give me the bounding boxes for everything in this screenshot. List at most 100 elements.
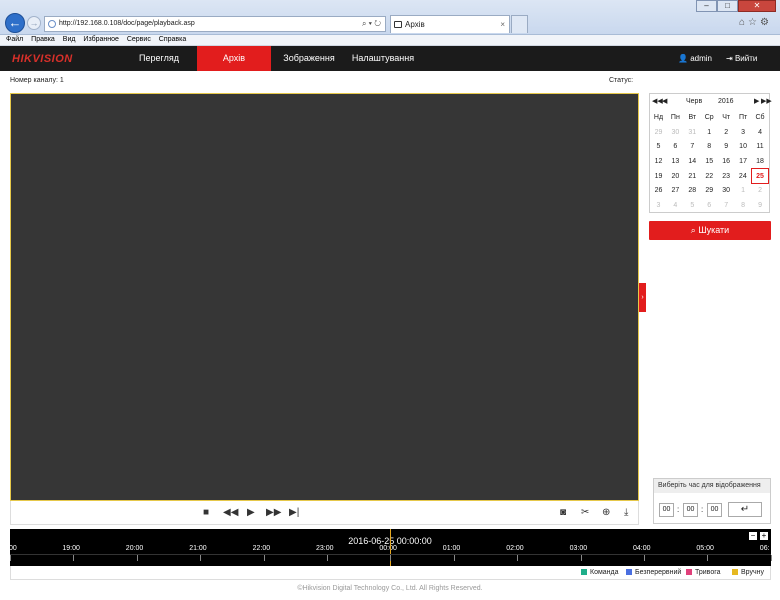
calendar-day[interactable]: 3 bbox=[650, 198, 667, 213]
calendar-day[interactable]: 7 bbox=[718, 198, 735, 213]
time-separator: : bbox=[677, 505, 680, 514]
camera-snapshot-icon[interactable]: ◙ bbox=[560, 507, 566, 519]
calendar-day[interactable]: 9 bbox=[718, 140, 735, 155]
timeline-tick-mark bbox=[707, 555, 709, 561]
stop-icon[interactable]: ■ bbox=[203, 507, 209, 519]
calendar-day[interactable]: 14 bbox=[684, 154, 701, 169]
tab-archive[interactable]: Архів × bbox=[390, 15, 510, 33]
calendar-day[interactable]: 24 bbox=[735, 169, 752, 184]
nav-image[interactable]: Зображення bbox=[280, 46, 338, 71]
calendar-day[interactable]: 29 bbox=[650, 125, 667, 140]
calendar-day[interactable]: 21 bbox=[684, 169, 701, 184]
calendar-day[interactable]: 1 bbox=[701, 125, 718, 140]
calendar-day[interactable]: 15 bbox=[701, 154, 718, 169]
copyright-footer: ©Hikvision Digital Technology Co., Ltd. … bbox=[297, 585, 483, 592]
timeline-zoom-in-icon[interactable]: + bbox=[760, 532, 768, 540]
search-button[interactable]: ⌕ Шукати bbox=[649, 221, 771, 240]
calendar-day[interactable]: 7 bbox=[684, 140, 701, 155]
menu-favorites[interactable]: Избранное bbox=[83, 36, 118, 43]
calendar-month[interactable]: Черв bbox=[686, 94, 702, 110]
calendar-day[interactable]: 18 bbox=[752, 154, 769, 169]
weekday-label: Нд bbox=[653, 114, 664, 121]
calendar-day[interactable]: 8 bbox=[735, 198, 752, 213]
calendar-day[interactable]: 30 bbox=[718, 183, 735, 198]
nav-preview[interactable]: Перегляд bbox=[130, 46, 188, 71]
menu-help[interactable]: Справка bbox=[159, 36, 186, 43]
user-menu[interactable]: 👤 admin bbox=[678, 46, 712, 71]
frame-step-icon[interactable]: ▶| bbox=[289, 507, 299, 519]
timeline-tick-mark bbox=[770, 555, 772, 561]
calendar-day[interactable]: 29 bbox=[701, 183, 718, 198]
calendar-day[interactable]: 4 bbox=[752, 125, 769, 140]
menu-view[interactable]: Вид bbox=[63, 36, 76, 43]
calendar-day[interactable]: 3 bbox=[735, 125, 752, 140]
timeline-record-track[interactable] bbox=[10, 554, 772, 566]
fast-forward-icon[interactable]: ▶▶ bbox=[266, 507, 281, 519]
download-icon[interactable]: ⤓ bbox=[624, 507, 628, 519]
prev-month-icon[interactable]: ◀ bbox=[662, 94, 667, 110]
timeline-tick-label: 06: bbox=[759, 545, 770, 552]
calendar-day[interactable]: 17 bbox=[735, 154, 752, 169]
calendar-day[interactable]: 2 bbox=[752, 183, 769, 198]
calendar-day[interactable]: 1 bbox=[735, 183, 752, 198]
calendar-day[interactable]: 5 bbox=[650, 140, 667, 155]
calendar-day[interactable]: 19 bbox=[650, 169, 667, 184]
second-field[interactable]: 00 bbox=[707, 503, 722, 517]
calendar-day[interactable]: 2 bbox=[718, 125, 735, 140]
timeline[interactable]: 2016-06-25 00:00:00 :00 19:00 20:00 21:00 22… bbox=[7, 529, 772, 566]
new-tab-button[interactable] bbox=[511, 15, 528, 33]
calendar-day[interactable]: 6 bbox=[667, 140, 684, 155]
search-refresh-icon[interactable]: ⌕ ▾ ↻ bbox=[362, 17, 381, 31]
calendar-day[interactable]: 4 bbox=[667, 198, 684, 213]
logout-button[interactable]: ⇥ Вийти bbox=[726, 46, 757, 71]
minute-field[interactable]: 00 bbox=[683, 503, 698, 517]
browser-tools-icons[interactable]: ⌂☆⚙ bbox=[739, 17, 772, 28]
calendar-day[interactable]: 26 bbox=[650, 183, 667, 198]
calendar-day[interactable]: 16 bbox=[718, 154, 735, 169]
calendar-day[interactable]: 23 bbox=[718, 169, 735, 184]
play-icon[interactable]: ▶ bbox=[247, 507, 255, 519]
calendar-day[interactable]: 28 bbox=[684, 183, 701, 198]
close-window-icon[interactable]: ✕ bbox=[738, 0, 776, 12]
collapse-panel-handle[interactable]: › bbox=[639, 283, 646, 312]
minimize-icon[interactable]: – bbox=[696, 0, 717, 12]
video-player[interactable] bbox=[10, 93, 639, 501]
next-year-icon[interactable]: ▶▶ bbox=[761, 94, 772, 110]
calendar-day[interactable]: 9 bbox=[752, 198, 769, 213]
nav-archive[interactable]: Архів bbox=[197, 46, 271, 71]
weekday-label: Пт bbox=[738, 114, 748, 121]
calendar-day[interactable]: 31 bbox=[684, 125, 701, 140]
menu-edit[interactable]: Правка bbox=[31, 36, 55, 43]
calendar-day[interactable]: 8 bbox=[701, 140, 718, 155]
menu-tools[interactable]: Сервис bbox=[127, 36, 151, 43]
calendar-day[interactable]: 30 bbox=[667, 125, 684, 140]
zoom-icon[interactable]: ⊕ bbox=[602, 507, 610, 519]
hour-field[interactable]: 00 bbox=[659, 503, 674, 517]
go-to-time-button[interactable]: ↵ bbox=[728, 502, 762, 517]
calendar-day[interactable]: 13 bbox=[667, 154, 684, 169]
menu-file[interactable]: Файл bbox=[6, 36, 23, 43]
back-icon[interactable]: ← bbox=[5, 13, 25, 33]
calendar-day[interactable]: 10 bbox=[735, 140, 752, 155]
next-month-icon[interactable]: ▶ bbox=[754, 94, 759, 110]
calendar-day[interactable]: 5 bbox=[684, 198, 701, 213]
calendar-year[interactable]: 2016 bbox=[718, 94, 734, 110]
calendar-day[interactable]: 12 bbox=[650, 154, 667, 169]
calendar-day[interactable]: 20 bbox=[667, 169, 684, 184]
forward-icon[interactable]: → bbox=[27, 16, 41, 30]
page-icon bbox=[48, 20, 56, 28]
maximize-icon[interactable]: □ bbox=[717, 0, 738, 12]
browser-menubar: Файл Правка Вид Избранное Сервис Справка bbox=[0, 35, 780, 46]
slow-rewind-icon[interactable]: ◀◀ bbox=[223, 507, 238, 519]
calendar-day[interactable]: 22 bbox=[701, 169, 718, 184]
timeline-zoom-out-icon[interactable]: − bbox=[749, 532, 757, 540]
close-tab-icon[interactable]: × bbox=[500, 16, 505, 33]
clip-scissors-icon[interactable]: ✂ bbox=[581, 507, 589, 519]
calendar-day[interactable]: 25 bbox=[751, 168, 769, 184]
address-bar[interactable]: http://192.168.0.108/doc/page/playback.a… bbox=[44, 16, 386, 32]
calendar-day[interactable]: 27 bbox=[667, 183, 684, 198]
calendar-day[interactable]: 11 bbox=[752, 140, 769, 155]
playback-controls: ■ ◀◀ ▶ ▶▶ ▶| ◙ ✂ ⊕ ⤓ bbox=[10, 501, 639, 525]
nav-settings[interactable]: Налаштування bbox=[348, 46, 418, 71]
calendar-day[interactable]: 6 bbox=[701, 198, 718, 213]
